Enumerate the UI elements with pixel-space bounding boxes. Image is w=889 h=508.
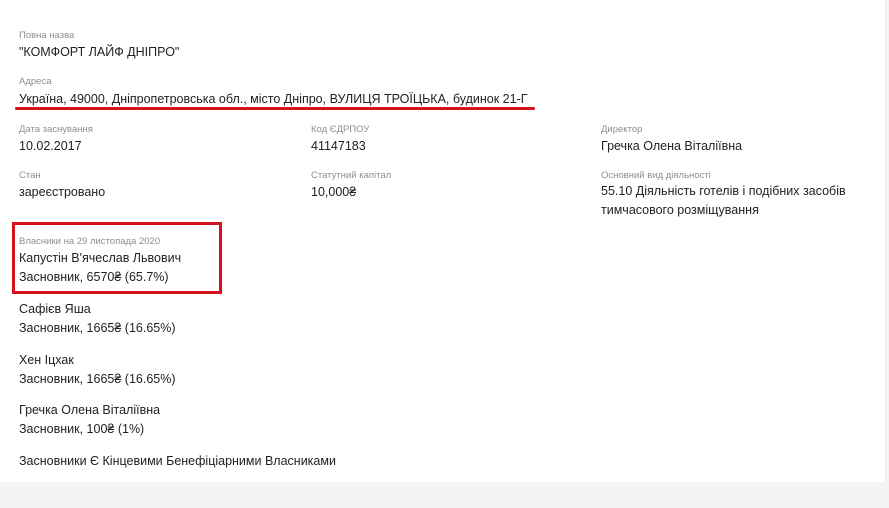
director-label: Директор bbox=[601, 124, 643, 135]
activity-value: 55.10 Діяльність готелів і подібних засо… bbox=[601, 184, 846, 217]
address-label: Адреса bbox=[19, 76, 52, 87]
capital-value: 10,000₴ bbox=[311, 185, 357, 199]
full-name-label: Повна назва bbox=[19, 30, 75, 41]
owner-name: Хен Іцхак bbox=[19, 353, 74, 367]
owner-share: Засновник, 100₴ (1%) bbox=[19, 422, 145, 436]
owner-name: Сафієв Яша bbox=[19, 302, 91, 316]
address-red-underline bbox=[15, 107, 535, 110]
founded-label: Дата заснування bbox=[19, 124, 93, 135]
owner-share: Засновник, 6570₴ (65.7%) bbox=[19, 270, 169, 284]
founded-value: 10.02.2017 bbox=[19, 139, 82, 153]
capital-label: Статутний капітал bbox=[311, 170, 392, 181]
owner-name: Гречка Олена Віталіївна bbox=[19, 403, 161, 417]
owner-share: Засновник, 1665₴ (16.65%) bbox=[19, 321, 176, 335]
edrpou-label: Код ЄДРПОУ bbox=[311, 124, 370, 135]
owner-share: Засновник, 1665₴ (16.65%) bbox=[19, 372, 176, 386]
status-label: Стан bbox=[19, 170, 41, 181]
status-value: зареєстровано bbox=[19, 185, 106, 199]
activity-label: Основний вид діяльності bbox=[601, 170, 711, 181]
owners-label: Власники на 29 листопада 2020 bbox=[19, 236, 161, 247]
full-name-value: "КОМФОРТ ЛАЙФ ДНІПРО" bbox=[19, 45, 180, 59]
address-value: Україна, 49000, Дніпропетровська обл., м… bbox=[19, 92, 528, 106]
edrpou-value: 41147183 bbox=[311, 139, 366, 153]
company-info-card: Повна назва "КОМФОРТ ЛАЙФ ДНІПРО" Адреса… bbox=[0, 0, 886, 482]
director-value: Гречка Олена Віталіївна bbox=[601, 139, 743, 153]
owner-name: Капустін В'ячеслав Львович bbox=[19, 251, 182, 265]
beneficiary-note: Засновники Є Кінцевими Бенефіціарними Вл… bbox=[19, 454, 336, 468]
